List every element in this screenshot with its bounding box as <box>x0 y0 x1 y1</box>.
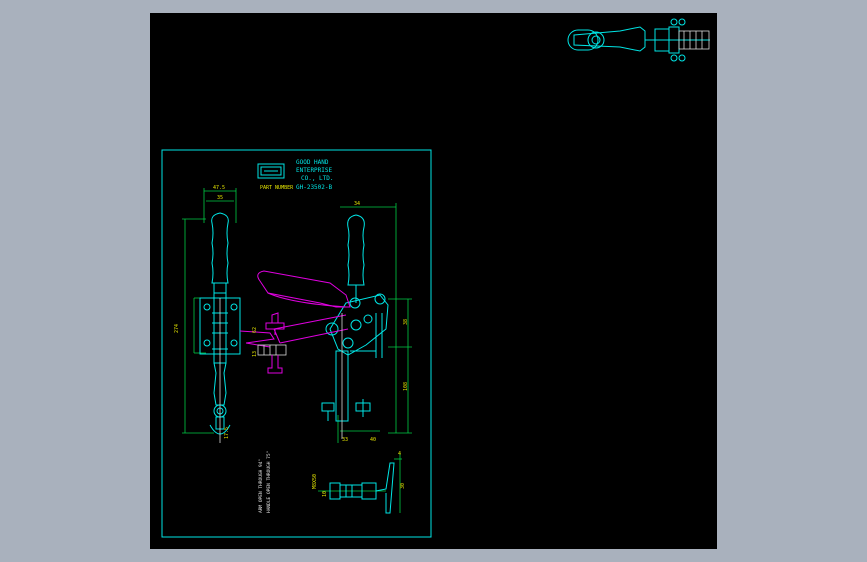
dim-top-width-b: 35 <box>217 195 223 201</box>
dim-bottom-left: 33 <box>342 437 348 443</box>
company-name-line1: GOOD HAND <box>296 159 329 166</box>
dim-bottom-a: 17.5 <box>224 427 230 439</box>
dim-spindle-b: 10 <box>322 491 328 497</box>
part-number-label: PART NUMBER <box>260 185 294 191</box>
dim-right-top: 34 <box>354 201 360 207</box>
company-name-line3: CO., LTD. <box>301 175 334 182</box>
sheet-border <box>161 149 432 538</box>
part-number-value: GH-23502-B <box>296 184 333 191</box>
dim-side-a: 62 <box>252 327 258 333</box>
note-arm-open: ARM OPEN THROUGH 94° <box>258 459 264 513</box>
company-logo <box>257 163 285 179</box>
dim-spindle-d: 4 <box>398 451 401 457</box>
company-name-line2: ENTERPRISE <box>296 167 333 174</box>
dim-bottom-right: 40 <box>370 437 376 443</box>
dim-side-b: 13 <box>252 351 258 357</box>
dim-spindle-a: M8X50 <box>312 474 318 489</box>
dim-spindle-c: 30 <box>400 483 406 489</box>
dim-top-width-a: 47.5 <box>213 185 225 191</box>
spindle-detail <box>318 453 402 514</box>
drawing-canvas[interactable]: GOOD HAND ENTERPRISE CO., LTD. PART NUMB… <box>150 13 717 549</box>
note-handle-open: HANDLE OPEN THROUGH 75° <box>266 450 272 513</box>
top-view-part <box>567 18 710 62</box>
dim-height-total: 274 <box>174 324 180 333</box>
dim-right-lower: 108 <box>403 382 409 391</box>
dim-right-upper: 38 <box>403 319 409 325</box>
front-view <box>182 188 275 443</box>
cad-drawing: GOOD HAND ENTERPRISE CO., LTD. PART NUMB… <box>161 18 710 538</box>
